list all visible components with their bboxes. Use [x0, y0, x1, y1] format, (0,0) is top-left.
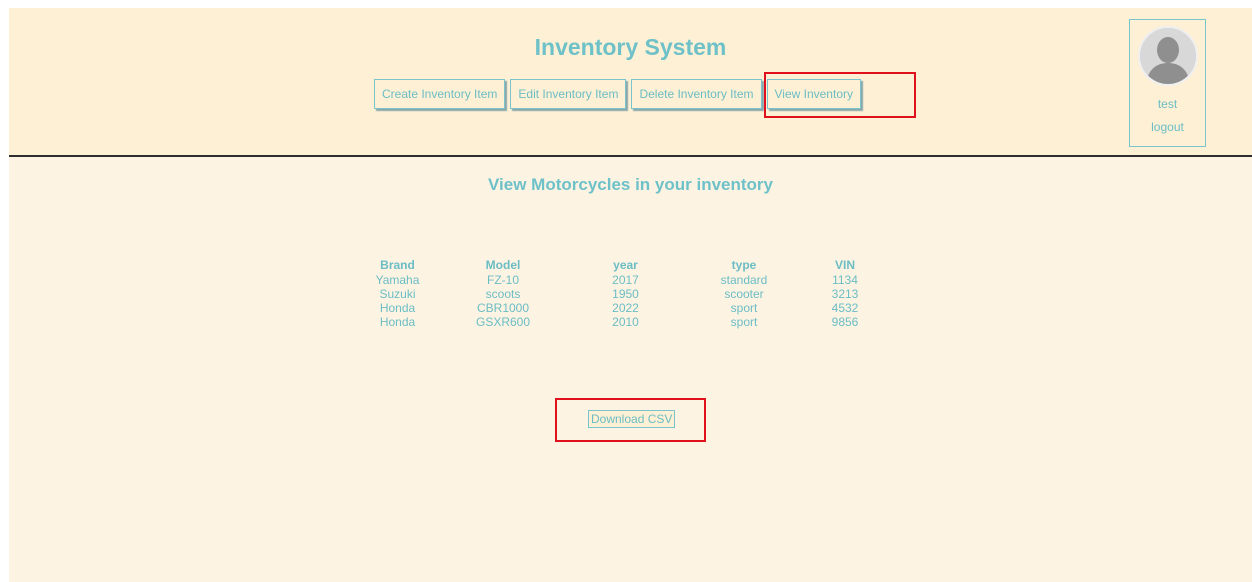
cell-type: sport: [730, 301, 758, 315]
cell-brand: Honda: [379, 315, 416, 329]
create-inventory-item-button[interactable]: Create Inventory Item: [374, 79, 506, 109]
cell-brand: Yamaha: [375, 273, 420, 287]
table-row: Honda CBR1000 2022 sport 4532: [359, 301, 883, 315]
cell-brand: Honda: [379, 301, 416, 315]
page-title: Inventory System: [534, 34, 727, 60]
section-heading: View Motorcycles in your inventory: [488, 175, 773, 194]
cell-vin: 9856: [831, 315, 859, 329]
cell-vin: 1134: [832, 273, 858, 287]
cell-brand: Suzuki: [379, 287, 416, 301]
header: Inventory System Create Inventory Item E…: [9, 8, 1252, 157]
table-header-row: Brand Model year type VIN: [359, 256, 883, 273]
edit-inventory-item-button[interactable]: Edit Inventory Item: [510, 79, 627, 109]
cell-year: 2010: [612, 315, 639, 329]
column-header-vin: VIN: [834, 258, 855, 272]
table-row: Honda GSXR600 2010 sport 9856: [359, 315, 883, 329]
download-csv-button[interactable]: Download CSV: [588, 410, 676, 428]
inventory-table: Brand Model year type VIN Yamaha FZ-10 2…: [359, 256, 883, 329]
cell-model: scoots: [485, 287, 521, 301]
cell-model: GSXR600: [475, 315, 531, 329]
table-row: Yamaha FZ-10 2017 standard 1134: [359, 273, 883, 287]
cell-year: 1950: [612, 287, 639, 301]
cell-type: sport: [730, 315, 758, 329]
logout-link[interactable]: logout: [1130, 120, 1205, 134]
cell-model: FZ-10: [486, 273, 519, 287]
delete-inventory-item-button[interactable]: Delete Inventory Item: [631, 79, 762, 109]
user-panel: test logout: [1129, 19, 1206, 147]
app-container: Inventory System Create Inventory Item E…: [9, 8, 1252, 582]
nav-bar: Create Inventory Item Edit Inventory Ite…: [374, 79, 861, 109]
column-header-model: Model: [485, 258, 521, 272]
column-header-brand: Brand: [380, 258, 415, 272]
cell-vin: 4532: [831, 301, 859, 315]
cell-vin: 3213: [831, 287, 859, 301]
user-avatar-icon: [1138, 26, 1198, 86]
cell-type: scooter: [724, 287, 764, 301]
cell-model: CBR1000: [476, 301, 530, 315]
view-inventory-button[interactable]: View Inventory: [766, 79, 861, 109]
cell-year: 2022: [612, 301, 639, 315]
cell-year: 2017: [612, 273, 639, 287]
cell-type: standard: [720, 273, 768, 287]
column-header-type: type: [731, 258, 757, 272]
column-header-year: year: [613, 258, 638, 272]
table-row: Suzuki scoots 1950 scooter 3213: [359, 287, 883, 301]
username: test: [1157, 97, 1178, 111]
